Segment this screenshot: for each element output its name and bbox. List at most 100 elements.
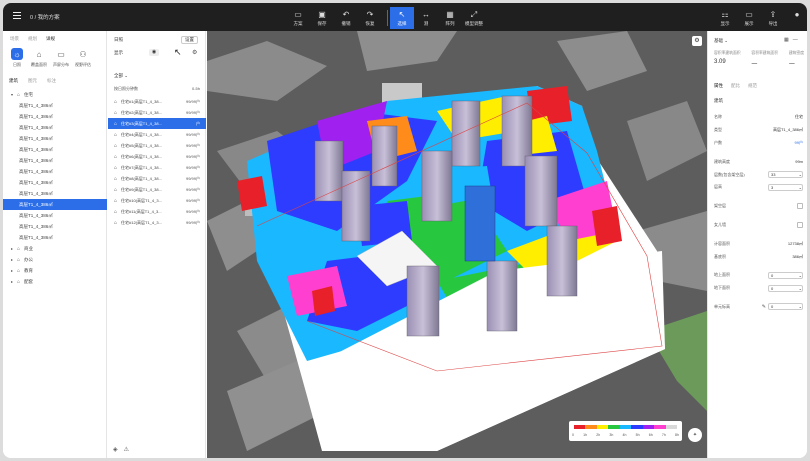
row-name: 住宅#5(高层T1_4_38...	[121, 142, 162, 148]
tree-item[interactable]: 高层T1_4_386㎡	[3, 177, 107, 188]
array-tool-button[interactable]: ▦ 阵列	[438, 7, 462, 29]
grid-icon[interactable]: ▦	[784, 37, 793, 43]
property-label: 计容面积	[714, 240, 730, 246]
checkbox[interactable]	[797, 203, 803, 210]
prop-tab-1[interactable]: 配比	[731, 83, 740, 89]
undo-tool-button[interactable]: ↶ 撤销	[334, 7, 358, 29]
tree-item[interactable]: 高层T1_4_386㎡	[3, 144, 107, 155]
tree-item[interactable]: 高层T1_4_386㎡	[3, 122, 107, 133]
sunlight-analysis-scene[interactable]	[207, 31, 707, 458]
property-value: 12738㎡	[787, 240, 803, 246]
monitor-tool-button[interactable]: ▭ 展示	[737, 7, 761, 29]
checkbox[interactable]	[797, 221, 803, 228]
tool-label: 撤销	[341, 21, 351, 26]
properties-panel: 基础 ⌄ ▦— 容积率建筑面积 3.09 容积率建筑面积一建筑密度一 属性 配比 规范 …	[707, 31, 807, 458]
stepper-icon[interactable]: ⌄	[799, 172, 802, 177]
stepper-icon[interactable]: ⌄	[799, 273, 802, 278]
property-input[interactable]: 3 ⌄	[768, 183, 803, 191]
save-tool-button[interactable]: ▣ 保存	[310, 7, 334, 29]
folder-tool-button[interactable]: ▭ 方案	[286, 7, 310, 29]
tree-group[interactable]: ▾ ⌂ 住宅	[3, 89, 107, 100]
export-tool-button[interactable]: ⇪ 导出	[761, 7, 785, 29]
tree-item[interactable]: 高层T1_4_386㎡	[3, 155, 107, 166]
pencil-icon[interactable]: ✎	[762, 304, 766, 310]
mode-3[interactable]: ⚇ 视野评估	[75, 48, 91, 68]
tab-1[interactable]: 规划	[28, 36, 37, 42]
list-item[interactable]: ⌂ 住宅#9(高层T1_4_38... 99/99户	[108, 184, 206, 195]
tree-label: 高层T1_4_386㎡	[19, 146, 53, 152]
redo-tool-button[interactable]: ↷ 恢复	[358, 7, 382, 29]
prop-tab-0[interactable]: 属性	[714, 83, 723, 89]
list-item[interactable]: ⌂ 住宅#6(高层T1_4_38... 99/99户	[108, 151, 206, 162]
stepper-icon[interactable]: ⌄	[799, 286, 802, 291]
display-tool-button[interactable]: ⚏ 显示	[713, 7, 737, 29]
tree-item[interactable]: 高层T1_4_386㎡	[3, 133, 107, 144]
input-value: 33	[771, 172, 776, 178]
tree-item[interactable]: 高层T1_4_386㎡	[3, 232, 107, 243]
layers-icon[interactable]: ◈	[113, 446, 118, 453]
prop-tab-2[interactable]: 规范	[748, 83, 757, 89]
building-icon: ⌂	[114, 142, 118, 149]
subtab-2[interactable]: 标注	[47, 78, 56, 84]
list-item[interactable]: ⌂ 住宅#3(高层T1_4_38... 户	[108, 118, 206, 129]
view-settings-icon[interactable]: ⚙	[692, 36, 702, 46]
tree-group[interactable]: ▸ ⌂ 办公	[3, 254, 107, 265]
tree-item[interactable]: 高层T1_4_386㎡	[3, 111, 107, 122]
stepper-icon[interactable]: ⌄	[799, 304, 802, 309]
mode-1[interactable]: ⌂ 覆盖面积	[31, 48, 47, 68]
legend-tick: 3h	[609, 433, 614, 437]
tree-item[interactable]: 高层T1_4_386㎡	[3, 100, 107, 111]
list-item[interactable]: ⌂ 住宅#4(高层T1_4_38... 99/99户	[108, 129, 206, 140]
tree-item[interactable]: 高层T1_4_386㎡	[3, 199, 107, 210]
tree-group[interactable]: ▸ ⌂ 商业	[3, 243, 107, 254]
legend-tick: 7h	[661, 433, 666, 437]
tree-item[interactable]: 高层T1_4_386㎡	[3, 210, 107, 221]
tree-label: 高层T1_4_386㎡	[19, 124, 53, 130]
property-input[interactable]: 33 ⌄	[768, 171, 803, 179]
property-input[interactable]: 0 ⌄	[768, 303, 803, 311]
properties-header[interactable]: 基础 ⌄	[714, 38, 728, 44]
compass-icon[interactable]: ✦	[688, 428, 702, 442]
mode-0[interactable]: ☼ 日照	[9, 48, 25, 68]
list-item[interactable]: ⌂ 住宅#7(高层T1_4_38... 99/99户	[108, 162, 206, 173]
gear-icon[interactable]: ⚙	[192, 49, 197, 56]
measure-tool-button[interactable]: ↔ 测	[414, 7, 438, 29]
property-input[interactable]: 0 ⌄	[768, 284, 803, 292]
tree-item[interactable]: 高层T1_4_386㎡	[3, 221, 107, 232]
filter-dropdown[interactable]: 全部 ⌄	[114, 73, 128, 79]
legend-color-bar	[574, 425, 677, 429]
mode-2[interactable]: ▭ 声屏分布	[53, 48, 69, 68]
settings-button[interactable]: 设置	[181, 36, 198, 44]
menu-icon[interactable]	[13, 12, 21, 20]
cursor-tool-button[interactable]: ↖ 选择	[390, 7, 414, 29]
row-value: 99/99户	[185, 153, 200, 159]
tree-group[interactable]: ▸ ⌂ 教育	[3, 265, 107, 276]
tree-group[interactable]: ▸ ⌂ 配套	[3, 276, 107, 287]
tree-item[interactable]: 高层T1_4_386㎡	[3, 166, 107, 177]
eye-toggle-icon[interactable]: ◉	[149, 49, 159, 56]
breadcrumb[interactable]: 0 / 我的方案	[30, 13, 60, 21]
subtab-0[interactable]: 建筑	[9, 78, 18, 84]
tab-0[interactable]: 场景	[10, 36, 19, 42]
tree-item[interactable]: 高层T1_4_386㎡	[3, 188, 107, 199]
display-label: 显示	[114, 50, 123, 55]
list-item[interactable]: ⌂ 住宅#12(高层T1_4_3... 99/99户	[108, 217, 206, 228]
list-item[interactable]: ⌂ 住宅#1(高层T1_4_38... 99/99户	[108, 96, 206, 107]
stepper-icon[interactable]: ⌄	[799, 185, 802, 190]
list-item[interactable]: ⌂ 住宅#11(高层T1_4_3... 99/99户	[108, 206, 206, 217]
building-icon: ⌂	[114, 208, 118, 215]
list-item[interactable]: ⌂ 住宅#5(高层T1_4_38... 99/99户	[108, 140, 206, 151]
subtab-1[interactable]: 图元	[28, 78, 37, 84]
collapse-icon[interactable]: —	[793, 37, 802, 43]
tab-2[interactable]: 详规	[46, 36, 55, 42]
3d-viewport[interactable]: ⚙ 0 1h 2h 3h 4h 5h 6h 7h 8h ✦	[207, 31, 707, 458]
list-item[interactable]: ⌂ 住宅#8(高层T1_4_38... 99/99户	[108, 173, 206, 184]
warning-icon[interactable]: ⚠	[124, 446, 129, 453]
user-tool-button[interactable]: ●	[785, 7, 807, 29]
panel-footer: ◈ ⚠	[113, 446, 129, 453]
list-item[interactable]: ⌂ 住宅#10(高层T1_4_3... 99/99户	[108, 195, 206, 206]
scale-tool-button[interactable]: ⤢ 模型调整	[462, 7, 486, 29]
category-icon: ⌂	[17, 256, 21, 263]
list-item[interactable]: ⌂ 住宅#2(高层T1_4_38... 99/99户	[108, 107, 206, 118]
property-input[interactable]: 0 ⌄	[768, 271, 803, 279]
